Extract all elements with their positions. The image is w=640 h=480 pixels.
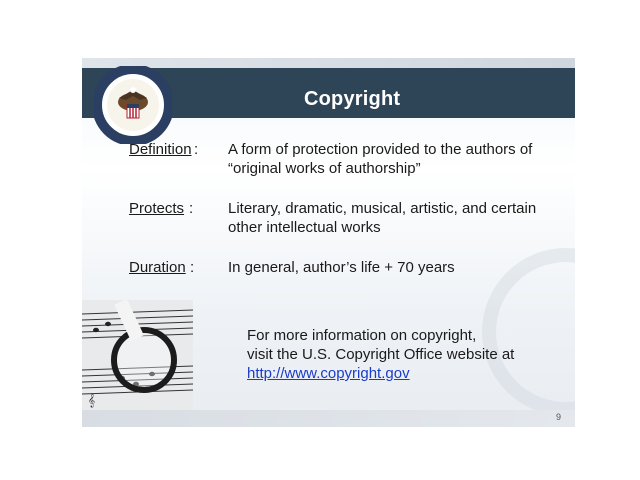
definition-text-line1: A form of protection provided to the aut… — [228, 141, 533, 158]
presentation-slide: Copyright Definition : A form of protect… — [82, 58, 575, 427]
uspto-seal-icon — [94, 66, 172, 144]
duration-label: Duration — [129, 259, 186, 276]
protects-text-line2: other intellectual works — [228, 219, 381, 236]
svg-text:𝄞: 𝄞 — [88, 393, 95, 407]
info-line2: visit the U.S. Copyright Office website … — [247, 346, 515, 363]
definition-label: Definition — [129, 141, 192, 158]
definition-text-line2: “original works of authorship” — [228, 160, 421, 177]
protects-label: Protects — [129, 200, 185, 217]
info-line1: For more information on copyright, — [247, 327, 477, 344]
definition-sep: : — [194, 141, 199, 158]
more-info-block: For more information on copyright, visit… — [247, 326, 514, 383]
protects-sep: : — [189, 200, 194, 217]
sheet-music-photo: 𝄞 — [82, 300, 193, 410]
slide-title: Copyright — [304, 88, 401, 110]
copyright-website-link[interactable]: http://www.copyright.gov — [247, 365, 410, 382]
duration-text: In general, author’s life + 70 years — [228, 259, 455, 276]
protects-text-line1: Literary, dramatic, musical, artistic, a… — [228, 200, 537, 217]
footer-bar — [82, 410, 575, 427]
duration-sep: : — [190, 259, 195, 276]
page-number: 9 — [556, 412, 562, 422]
